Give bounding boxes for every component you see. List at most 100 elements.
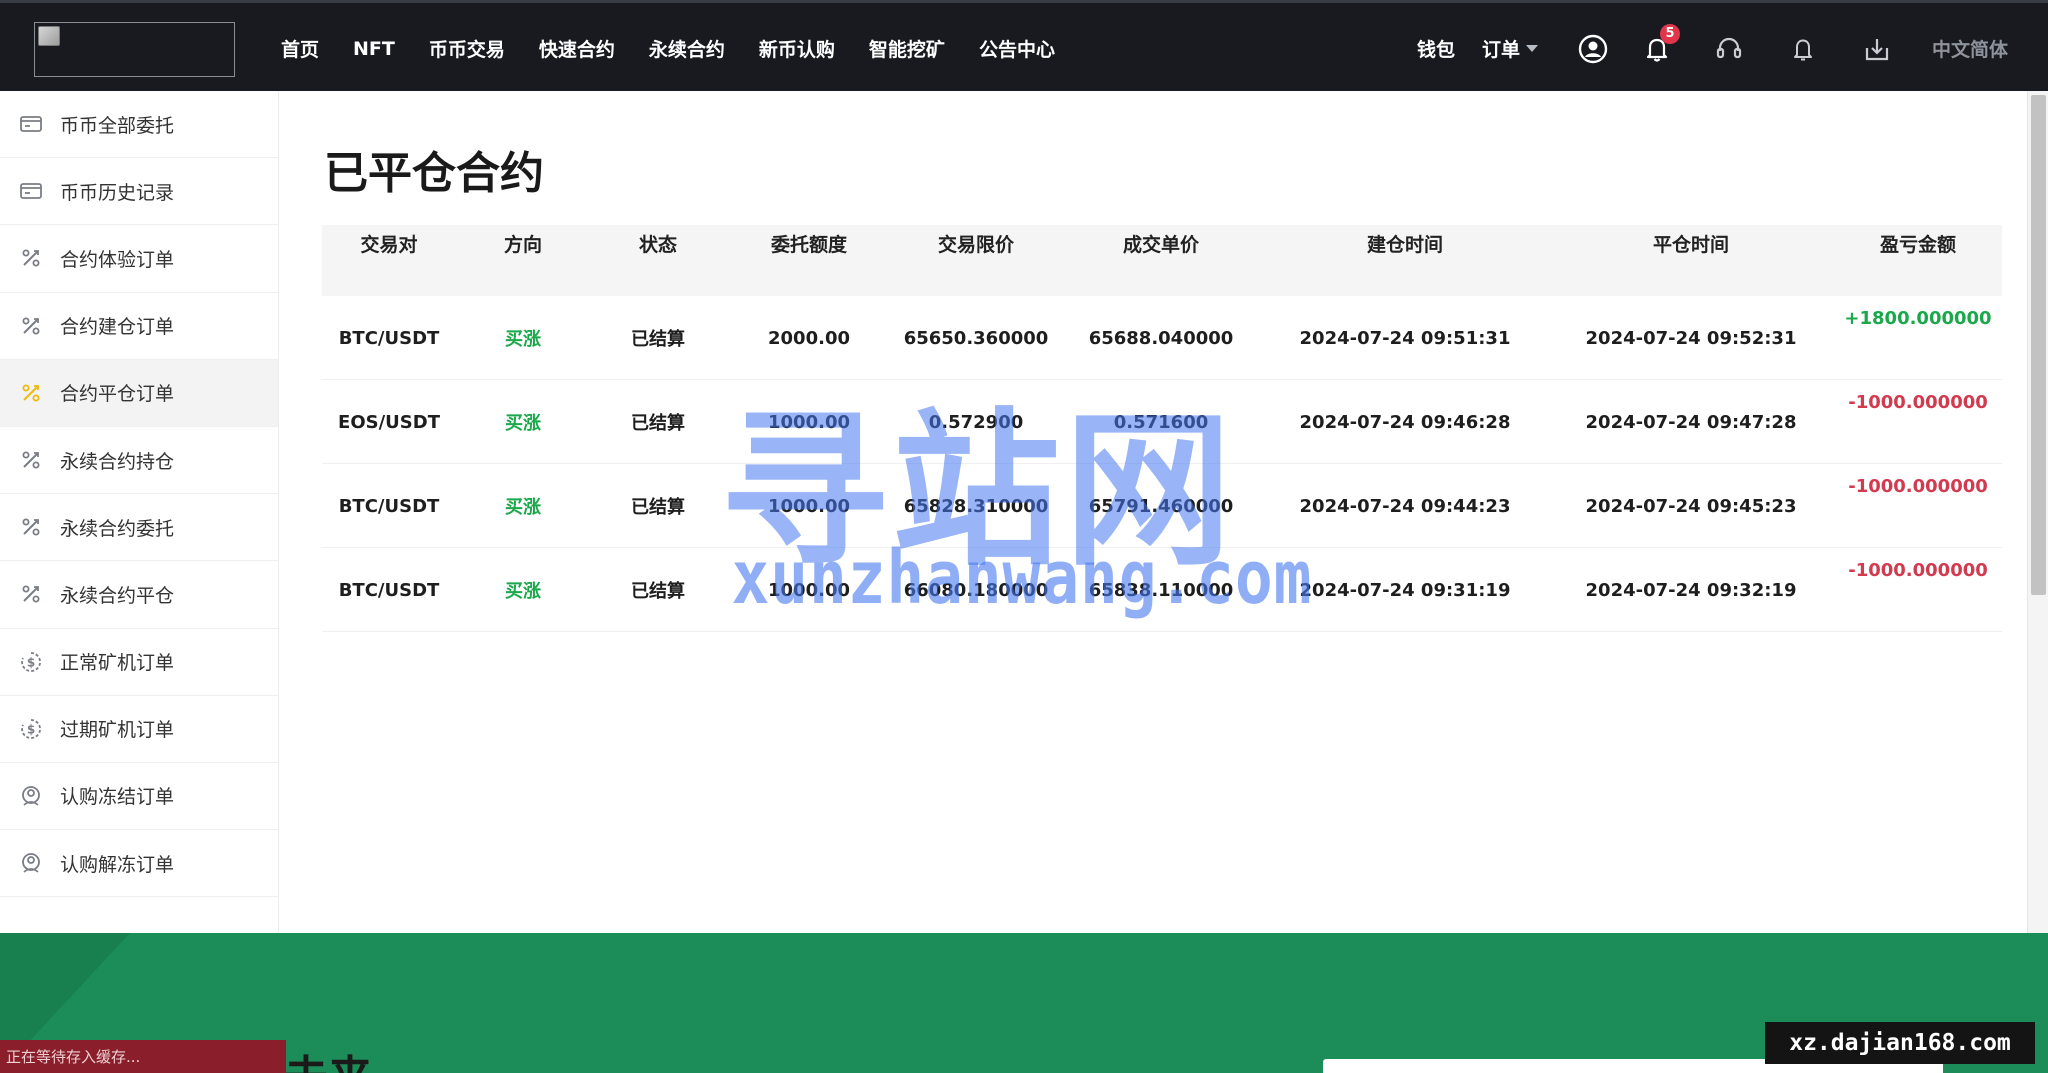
sidebar-item[interactable]: 认购冻结订单 [0, 763, 278, 831]
sidebar-item[interactable]: 币币历史记录 [0, 158, 278, 226]
nav-item[interactable]: 公告中心 [962, 3, 1072, 94]
sidebar-item-label: 正常矿机订单 [60, 652, 175, 675]
percent-icon [18, 447, 44, 473]
main-content: 已平仓合约 交易对 方向 状态 委托额度 交易限价 成交单价 建仓时间 平仓时间 盈亏金额 BT… [279, 91, 2027, 933]
trading-pair-cell: BTC/USDT [338, 327, 440, 349]
column-header: 交易限价 [937, 233, 1015, 256]
sidebar-item[interactable]: $ 过期矿机订单 [0, 696, 278, 763]
user-coin-icon [18, 783, 44, 809]
open-time-cell: 2024-07-24 09:46:28 [1299, 411, 1511, 433]
pnl-cell: -1000.000000 [1848, 475, 1988, 497]
sidebar-item[interactable]: $ 正常矿机订单 [0, 629, 278, 696]
sidebar: 币币全部委托 币币历史记录 合约体验订单 合约建仓订单 合约平仓订单 永续合约持仓 永续合约… [0, 91, 279, 933]
deal-price-cell: 65688.040000 [1088, 327, 1234, 349]
close-time-cell: 2024-07-24 09:45:23 [1585, 495, 1797, 517]
nav-item[interactable]: 币币交易 [412, 3, 522, 94]
sidebar-item-label: 合约平仓订单 [60, 383, 175, 406]
headset-support-icon[interactable] [1712, 32, 1746, 66]
chevron-down-icon [1525, 45, 1538, 52]
amount-cell: 1000.00 [768, 411, 850, 433]
notification-bell-icon[interactable]: 5 [1640, 23, 1680, 66]
open-time-cell: 2024-07-24 09:44:23 [1299, 495, 1511, 517]
sidebar-item[interactable]: 合约体验订单 [0, 225, 278, 293]
download-icon[interactable] [1860, 32, 1894, 66]
wallet-icon [18, 178, 44, 204]
sidebar-item[interactable]: 永续合约委托 [0, 494, 278, 562]
notification-badge: 5 [1659, 23, 1680, 44]
sidebar-item-label: 永续合约平仓 [60, 584, 175, 607]
sidebar-item-label: 币币历史记录 [60, 181, 175, 204]
sidebar-item[interactable]: 合约平仓订单 [0, 359, 278, 427]
sidebar-item-label: 认购解冻订单 [60, 853, 175, 876]
footer: 未来 [0, 933, 2048, 1073]
trading-pair-cell: EOS/USDT [338, 411, 440, 433]
status-cell: 已结算 [631, 581, 685, 602]
pnl-cell: -1000.000000 [1848, 559, 1988, 581]
close-time-cell: 2024-07-24 09:32:19 [1585, 579, 1797, 601]
column-header: 建仓时间 [1366, 233, 1444, 256]
deal-price-cell: 65838.110000 [1088, 579, 1234, 601]
open-time-cell: 2024-07-24 09:51:31 [1299, 327, 1511, 349]
footer-heading: 未来 [284, 1041, 372, 1073]
table-row: BTC/USDT 买涨 已结算 2000.00 65650.360000 65688.04… [322, 296, 2002, 380]
pnl-cell: +1800.000000 [1844, 307, 1992, 329]
direction-cell: 买涨 [505, 497, 541, 518]
status-cell: 已结算 [631, 497, 685, 518]
sidebar-item[interactable]: 永续合约持仓 [0, 427, 278, 495]
close-time-cell: 2024-07-24 09:47:28 [1585, 411, 1797, 433]
nav-item[interactable]: NFT [336, 3, 412, 94]
svg-text:$: $ [27, 722, 35, 736]
direction-cell: 买涨 [505, 581, 541, 602]
orders-table: 交易对 方向 状态 委托额度 交易限价 成交单价 建仓时间 平仓时间 盈亏金额 BTC/USDT… [322, 225, 2002, 632]
logo[interactable] [34, 22, 235, 77]
percent-icon [18, 245, 44, 271]
wallet-link[interactable]: 钱包 [1417, 35, 1455, 62]
percent-icon [18, 380, 44, 406]
direction-cell: 买涨 [505, 329, 541, 350]
orders-label: 订单 [1481, 39, 1520, 61]
sidebar-item[interactable]: 合约建仓订单 [0, 293, 278, 360]
amount-cell: 2000.00 [768, 327, 850, 349]
user-account-icon[interactable] [1576, 32, 1610, 66]
direction-cell: 买涨 [505, 413, 541, 434]
percent-icon [18, 581, 44, 607]
sidebar-item[interactable]: 永续合约平仓 [0, 561, 278, 629]
close-time-cell: 2024-07-24 09:52:31 [1585, 327, 1797, 349]
page-title: 已平仓合约 [324, 148, 544, 199]
main-nav: 首页 NFT 币币交易 快速合约 永续合约 新币认购 智能挖矿 公告中心 [264, 3, 1072, 94]
header-actions: 钱包 订单 5 中文简体 [1417, 3, 2008, 94]
open-time-cell: 2024-07-24 09:31:19 [1299, 579, 1511, 601]
sidebar-item-label: 合约体验订单 [60, 248, 175, 271]
status-cell: 已结算 [631, 329, 685, 350]
language-selector[interactable]: 中文简体 [1932, 35, 2008, 62]
page: 首页 NFT 币币交易 快速合约 永续合约 新币认购 智能挖矿 公告中心 钱包 订单 5 [0, 0, 2048, 1073]
wallet-icon [18, 111, 44, 137]
nav-item[interactable]: 快速合约 [522, 3, 632, 94]
sidebar-item[interactable]: 币币全部委托 [0, 91, 278, 159]
column-header: 方向 [503, 233, 543, 256]
sidebar-item[interactable]: 认购解冻订单 [0, 830, 278, 898]
site-tag: xz.dajian168.com [1765, 1022, 2035, 1064]
alert-bell-icon[interactable] [1786, 32, 1820, 66]
column-header: 交易对 [360, 233, 418, 256]
nav-item[interactable]: 首页 [264, 3, 336, 94]
trading-pair-cell: BTC/USDT [338, 579, 440, 601]
nav-item[interactable]: 新币认购 [742, 3, 852, 94]
limit-price-cell: 65650.360000 [903, 327, 1049, 349]
sidebar-item-label: 过期矿机订单 [60, 719, 175, 742]
sidebar-item-label: 永续合约持仓 [60, 450, 175, 473]
scrollbar-thumb[interactable] [2031, 95, 2046, 595]
deal-price-cell: 65791.460000 [1088, 495, 1234, 517]
orders-dropdown[interactable]: 订单 [1482, 35, 1538, 62]
percent-icon [18, 514, 44, 540]
nav-item[interactable]: 永续合约 [632, 3, 742, 94]
user-coin-icon [18, 850, 44, 876]
nav-item[interactable]: 智能挖矿 [852, 3, 962, 94]
limit-price-cell: 0.572900 [928, 411, 1024, 433]
deal-price-cell: 0.571600 [1113, 411, 1209, 433]
amount-cell: 1000.00 [768, 579, 850, 601]
status-bar: 正在等待存入缓存... [0, 1040, 286, 1073]
column-header: 平仓时间 [1652, 233, 1730, 256]
column-header: 委托额度 [770, 233, 848, 256]
scrollbar[interactable] [2027, 91, 2048, 933]
